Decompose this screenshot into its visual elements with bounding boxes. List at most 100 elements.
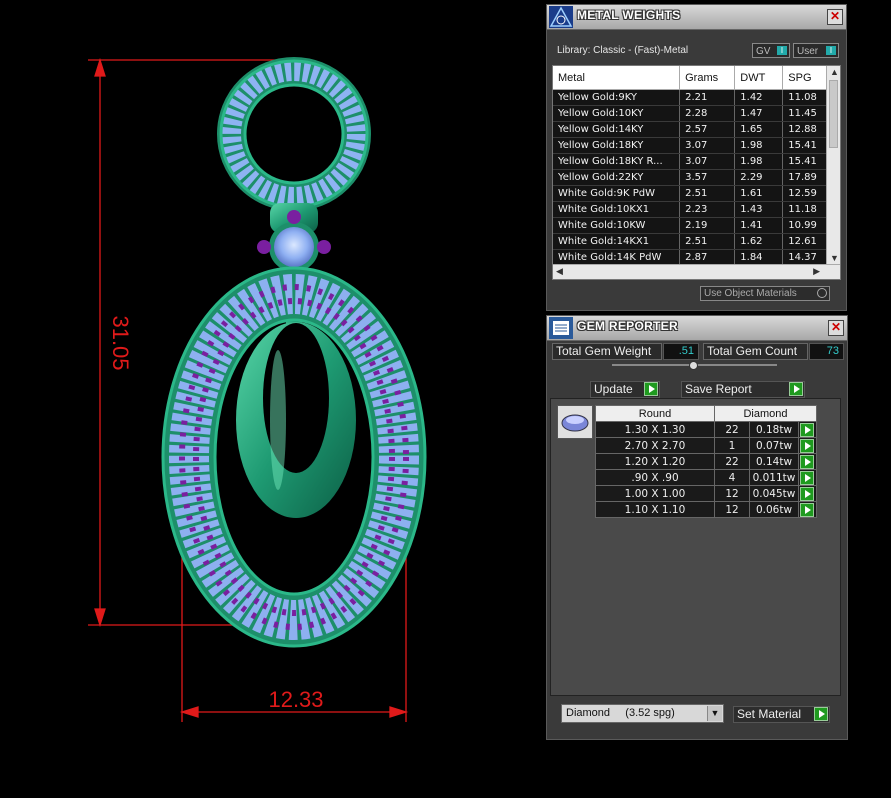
gem-cell-count: 12 (714, 501, 750, 518)
radio-icon (817, 288, 827, 298)
use-object-materials-toggle[interactable]: Use Object Materials (700, 286, 830, 301)
scroll-left-icon[interactable]: ◀ (556, 265, 563, 277)
cell-metal: White Gold:10KW (553, 217, 681, 234)
save-report-button[interactable]: Save Report (681, 381, 805, 398)
scroll-right-icon[interactable]: ▶ (813, 265, 820, 277)
update-button[interactable]: Update (590, 381, 660, 398)
material-dropdown[interactable]: Diamond (3.52 spg) ▼ (561, 704, 724, 723)
table-row[interactable]: Yellow Gold:18KY 3.07 1.98 15.41 (553, 137, 840, 154)
play-icon (800, 455, 814, 469)
chevron-down-icon: ▼ (707, 706, 722, 721)
gem-row: .90 X .90 4 0.011tw (595, 469, 817, 486)
gem-reporter-titlebar[interactable]: GEM REPORTER ✕ (547, 316, 847, 341)
cell-dwt: 1.65 (734, 121, 784, 138)
metal-table: Metal Grams DWT SPG Yellow Gold:9KY 2.21 1… (553, 66, 840, 266)
cell-grams: 3.57 (679, 169, 736, 186)
play-icon (814, 707, 828, 721)
gem-row: 1.30 X 1.30 22 0.18tw (595, 421, 817, 438)
play-icon (800, 439, 814, 453)
total-gem-count-value: 73 (809, 343, 844, 360)
gem-cell-weight: 0.14tw (749, 453, 799, 470)
slider-handle[interactable] (689, 361, 698, 370)
column-header-grams[interactable]: Grams (679, 66, 736, 90)
gem-row-action[interactable] (798, 421, 817, 438)
gem-report-icon (549, 317, 573, 339)
scroll-down-icon[interactable]: ▼ (830, 252, 839, 264)
play-icon (800, 423, 814, 437)
cell-metal: White Gold:14KX1 (553, 233, 681, 250)
metal-weights-titlebar[interactable]: METAL WEIGHTS ✕ (547, 5, 846, 30)
gem-cell-count: 1 (714, 437, 750, 454)
cell-metal: Yellow Gold:18KY (553, 137, 681, 154)
gem-cell-size: 1.30 X 1.30 (595, 421, 715, 438)
cell-metal: Yellow Gold:9KY (553, 89, 681, 106)
cell-dwt: 2.29 (734, 169, 784, 186)
close-icon[interactable]: ✕ (828, 320, 844, 336)
horizontal-scrollbar[interactable]: ◀ ▶ (553, 264, 840, 279)
table-row[interactable]: White Gold:10KW 2.19 1.41 10.99 (553, 217, 840, 234)
column-header-dwt[interactable]: DWT (734, 66, 784, 90)
play-icon (800, 503, 814, 517)
metal-weights-grid[interactable]: Metal Grams DWT SPG Yellow Gold:9KY 2.21 1… (552, 65, 841, 280)
metal-weights-title: METAL WEIGHTS (577, 8, 681, 22)
gem-cell-count: 12 (714, 485, 750, 502)
cell-grams: 2.57 (679, 121, 736, 138)
table-row[interactable]: Yellow Gold:9KY 2.21 1.42 11.08 (553, 89, 840, 106)
gem-reporter-panel: GEM REPORTER ✕ Total Gem Weight .51 Tota… (546, 315, 848, 740)
scroll-up-icon[interactable]: ▲ (830, 66, 839, 78)
earring-render: 31.05 12.33 (88, 57, 427, 722)
play-icon (789, 382, 803, 396)
gem-cell-count: 22 (714, 421, 750, 438)
toggle-knob: I (826, 46, 836, 55)
cell-metal: Yellow Gold:18KY R... (553, 153, 681, 170)
width-dimension-label: 12.33 (268, 687, 323, 712)
play-icon (644, 382, 658, 396)
table-row[interactable]: Yellow Gold:18KY R... 3.07 1.98 15.41 (553, 153, 840, 170)
total-gem-weight-value: .51 (663, 343, 699, 360)
play-icon (800, 471, 814, 485)
total-gem-weight-label: Total Gem Weight (552, 343, 662, 360)
round-gem-icon[interactable] (557, 405, 593, 439)
use-object-materials-label: Use Object Materials (704, 288, 797, 299)
table-row[interactable]: Yellow Gold:14KY 2.57 1.65 12.88 (553, 121, 840, 138)
user-toggle[interactable]: User I (793, 43, 839, 58)
cell-grams: 2.51 (679, 233, 736, 250)
table-row[interactable]: White Gold:14KX1 2.51 1.62 12.61 (553, 233, 840, 250)
table-row[interactable]: White Gold:10KX1 2.23 1.43 11.18 (553, 201, 840, 218)
save-report-label: Save Report (685, 382, 752, 396)
material-dropdown-value: Diamond (3.52 spg) (566, 707, 675, 719)
cell-metal: White Gold:9K PdW (553, 185, 681, 202)
table-row[interactable]: Yellow Gold:10KY 2.28 1.47 11.45 (553, 105, 840, 122)
cell-metal: White Gold:10KX1 (553, 201, 681, 218)
gem-row: 2.70 X 2.70 1 0.07tw (595, 437, 817, 454)
gem-row-action[interactable] (798, 485, 817, 502)
gv-toggle[interactable]: GV I (752, 43, 790, 58)
gem-reporter-title: GEM REPORTER (577, 319, 678, 333)
column-header-metal[interactable]: Metal (553, 66, 681, 90)
table-row[interactable]: Yellow Gold:22KY 3.57 2.29 17.89 (553, 169, 840, 186)
set-material-button[interactable]: Set Material (733, 706, 830, 723)
table-row[interactable]: White Gold:9K PdW 2.51 1.61 12.59 (553, 185, 840, 202)
cell-grams: 3.07 (679, 137, 736, 154)
metal-weights-panel: METAL WEIGHTS ✕ Library: Classic - (Fast… (546, 4, 847, 311)
vertical-scrollbar[interactable]: ▲ ▼ (826, 66, 840, 264)
play-icon (800, 487, 814, 501)
gem-cell-weight: 0.045tw (749, 485, 799, 502)
gem-row-action[interactable] (798, 501, 817, 518)
cell-grams: 2.51 (679, 185, 736, 202)
cell-dwt: 1.98 (734, 137, 784, 154)
cell-dwt: 1.98 (734, 153, 784, 170)
app-logo-icon (549, 6, 573, 28)
scroll-thumb[interactable] (829, 80, 838, 148)
gem-row-action[interactable] (798, 437, 817, 454)
update-label: Update (594, 382, 633, 396)
gem-cell-weight: 0.18tw (749, 421, 799, 438)
cell-metal: Yellow Gold:22KY (553, 169, 681, 186)
material-header: Diamond (714, 405, 817, 422)
gem-row-action[interactable] (798, 469, 817, 486)
gem-row-action[interactable] (798, 453, 817, 470)
gem-cell-size: 1.00 X 1.00 (595, 485, 715, 502)
viewport-3d[interactable]: 31.05 12.33 (0, 0, 546, 793)
gem-row: 1.00 X 1.00 12 0.045tw (595, 485, 817, 502)
close-icon[interactable]: ✕ (827, 9, 843, 25)
